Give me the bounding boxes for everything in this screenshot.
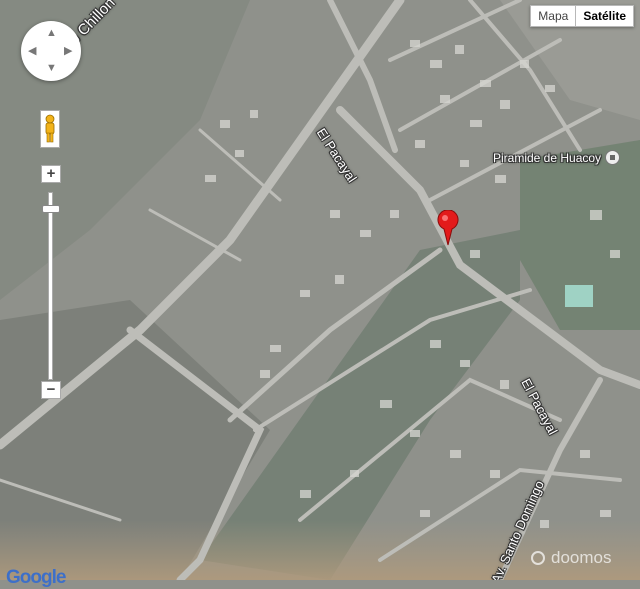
- poi-label: Piramide de Huacoy: [493, 150, 602, 165]
- map-type-button-satelite[interactable]: Satélite: [576, 5, 634, 27]
- landmark-icon: [605, 150, 621, 165]
- pan-control[interactable]: ▲ ▼ ◀ ▶: [21, 21, 81, 81]
- doomos-watermark: doomos: [531, 548, 611, 568]
- location-pin-icon[interactable]: [437, 210, 459, 246]
- zoom-out-button[interactable]: −: [41, 381, 61, 399]
- map-type-control: Mapa Satélite: [530, 5, 634, 27]
- satellite-map[interactable]: Rio Chillon El Pacayal El Pacayal Av. Sa…: [0, 0, 640, 580]
- street-view-pegman[interactable]: [40, 110, 60, 148]
- pan-up-icon[interactable]: ▲: [46, 28, 57, 39]
- watermark-icon: [531, 551, 545, 565]
- pegman-icon: [45, 114, 55, 143]
- zoom-in-button[interactable]: +: [41, 165, 61, 183]
- poi-piramide-de-huacoy[interactable]: Piramide de Huacoy: [493, 150, 621, 165]
- zoom-slider-handle[interactable]: [42, 205, 60, 213]
- satellite-imagery: [0, 0, 640, 580]
- pan-down-icon[interactable]: ▼: [46, 63, 57, 74]
- pan-right-icon[interactable]: ▶: [64, 46, 72, 57]
- map-type-button-mapa[interactable]: Mapa: [530, 5, 577, 27]
- zoom-slider-track[interactable]: [48, 192, 53, 380]
- pan-left-icon[interactable]: ◀: [28, 46, 36, 57]
- google-logo: Google: [6, 567, 66, 588]
